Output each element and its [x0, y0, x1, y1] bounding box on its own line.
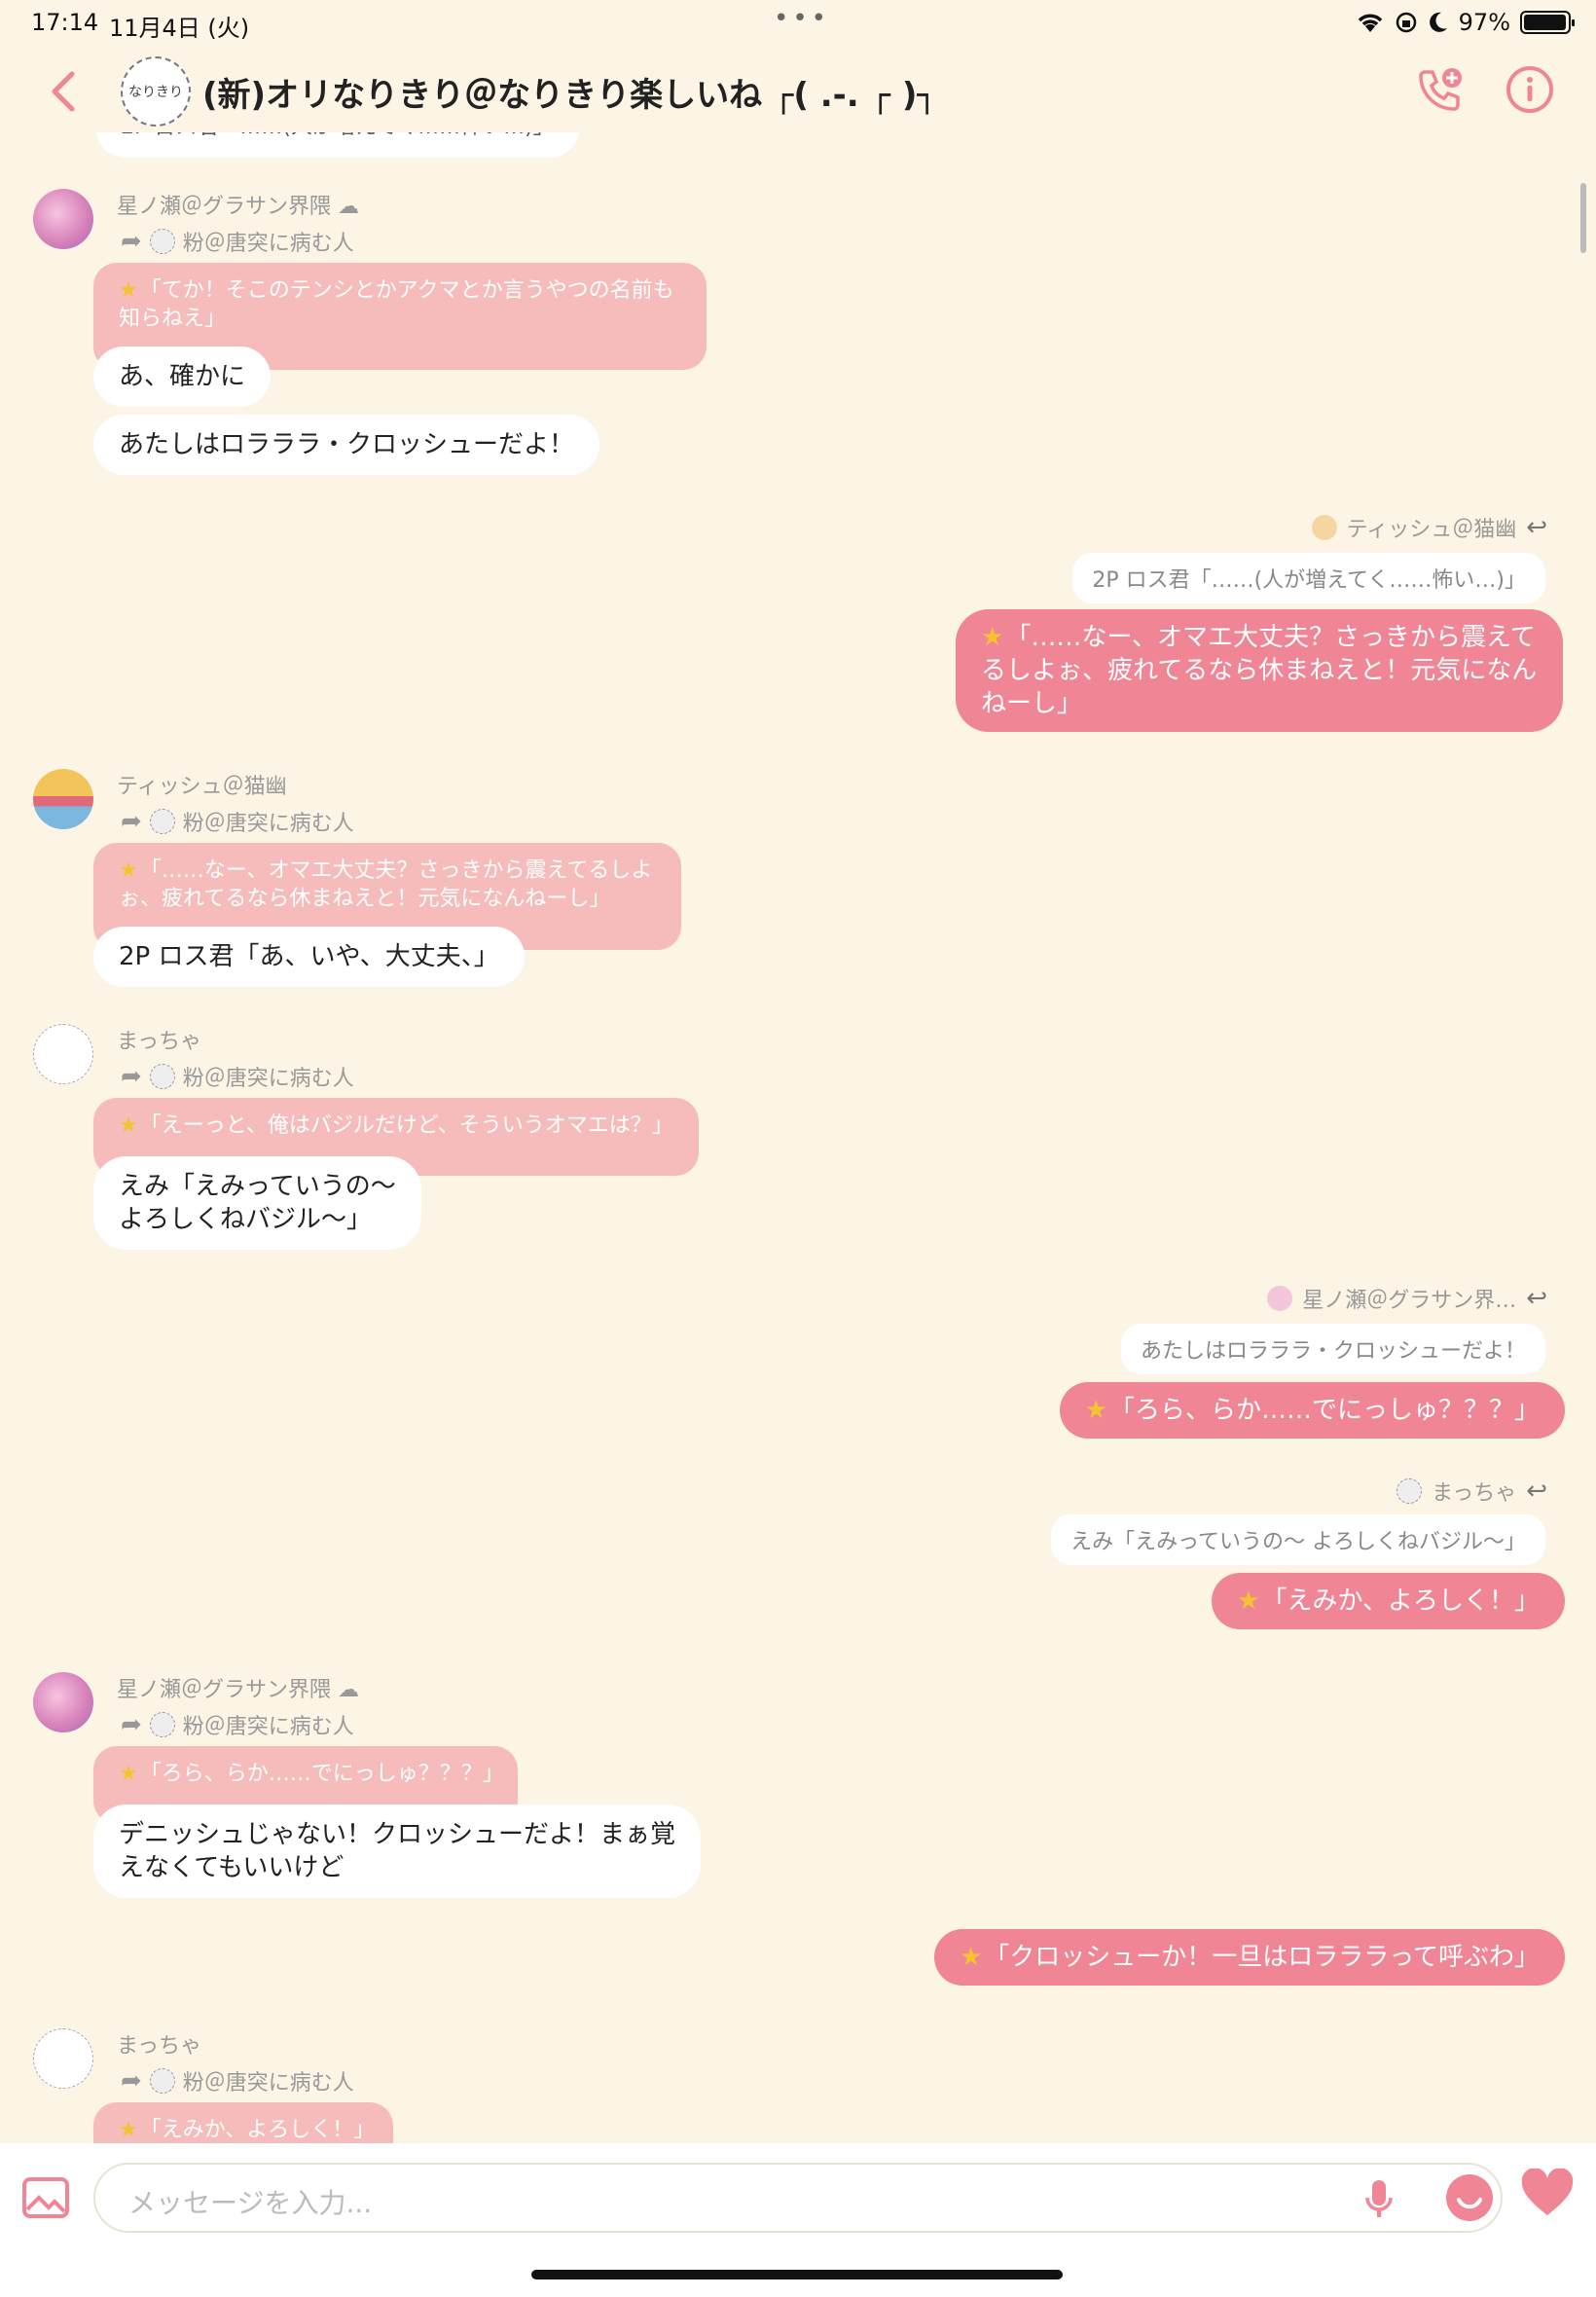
message-composer: メッセージを入力... — [0, 2143, 1596, 2297]
avatar[interactable] — [33, 1672, 93, 1732]
reply-to-line: 星ノ瀬＠グラサン界… ↩ — [1267, 1283, 1547, 1314]
reply-quote[interactable]: えみ「えみっていうの〜 よろしくねバジル〜」 — [1051, 1514, 1545, 1565]
message-bubble-cut: 2P 日ス君「……(人が増えてく……怖い…)」 — [95, 132, 580, 158]
sender-name: まっちゃ — [117, 1030, 202, 1054]
reply-to-line: まっちゃ ↩ — [1396, 1476, 1547, 1507]
star-icon: ★ — [119, 278, 138, 303]
avatar[interactable] — [33, 769, 93, 829]
avatar — [149, 229, 175, 254]
lock-rotation-icon — [1396, 12, 1416, 33]
status-bar: 17:14 11月4日 (火) ••• 97% — [0, 0, 1596, 47]
reply-to-line: ティッシュ＠猫幽 ↩ — [1311, 512, 1547, 543]
avatar — [1396, 1478, 1423, 1504]
forward-line: ➦ 粉＠唐突に病む人 — [121, 227, 354, 256]
sender-name: まっちゃ — [117, 2034, 202, 2059]
forward-line: ➦ 粉＠唐突に病む人 — [121, 807, 354, 836]
avatar — [149, 1712, 175, 1737]
message-bubble[interactable]: あたしはロラララ・クロッシューだよ！ — [93, 415, 600, 475]
star-icon: ★ — [119, 1762, 138, 1786]
my-message-bubble[interactable]: ★「クロッシューか！一旦はロラララって呼ぶわ」 — [933, 1929, 1565, 1986]
share-arrow-icon: ➦ — [121, 1062, 142, 1091]
avatar — [149, 1064, 175, 1089]
avatar — [149, 2068, 175, 2094]
add-call-icon[interactable] — [1413, 62, 1468, 117]
wifi-icon — [1358, 14, 1382, 32]
star-icon: ★ — [959, 1943, 983, 1972]
battery-percent: 97% — [1458, 9, 1510, 36]
battery-icon — [1520, 11, 1575, 34]
star-icon: ★ — [981, 623, 1004, 652]
emoji-icon[interactable] — [1442, 2170, 1497, 2225]
avatar — [149, 809, 175, 834]
message-bubble[interactable]: 2P ロス君「あ、いや、大丈夫、」 — [93, 927, 525, 987]
star-icon: ★ — [119, 858, 138, 883]
message-input[interactable]: メッセージを入力... — [93, 2163, 1503, 2233]
quoted-message[interactable]: ★「えみか、よろしく！」 — [93, 2102, 393, 2143]
star-icon: ★ — [1084, 1396, 1107, 1425]
reply-quote[interactable]: あたしはロラララ・クロッシューだよ！ — [1120, 1324, 1545, 1374]
chat-title[interactable]: (新)オリなりきり＠なりきり楽しいね ┌( .-. ┌ )┐ — [202, 68, 937, 116]
my-message-bubble[interactable]: ★「えみか、よろしく！」 — [1212, 1573, 1565, 1629]
mic-icon[interactable] — [1364, 2178, 1394, 2221]
status-time: 17:14 — [31, 9, 99, 36]
reply-arrow-icon: ↩ — [1526, 1284, 1547, 1313]
forward-line: ➦ 粉＠唐突に病む人 — [121, 2066, 354, 2096]
status-date: 11月4日 (火) — [109, 15, 250, 42]
sender-name: 星ノ瀬＠グラサン界隈 ☁ — [117, 1678, 360, 1702]
my-message-bubble[interactable]: ★「……なー、オマエ大丈夫？さっきから震えてるしよぉ、疲れてるなら休まねえと！元… — [956, 609, 1563, 732]
reply-arrow-icon: ↩ — [1526, 513, 1547, 542]
avatar[interactable] — [33, 1024, 93, 1084]
moon-icon — [1429, 12, 1447, 32]
avatar — [1267, 1286, 1293, 1311]
avatar[interactable] — [33, 189, 93, 249]
star-icon: ★ — [119, 1113, 138, 1138]
group-avatar[interactable]: なりきり — [121, 56, 191, 127]
home-indicator[interactable] — [531, 2270, 1063, 2279]
heart-icon[interactable] — [1520, 2169, 1575, 2219]
multitask-dots-icon[interactable]: ••• — [774, 4, 830, 33]
avatar[interactable] — [33, 2028, 93, 2089]
chat-header: なりきり (新)オリなりきり＠なりきり楽しいね ┌( .-. ┌ )┐ — [0, 51, 1596, 132]
message-feed[interactable]: 2P 日ス君「……(人が増えてく……怖い…)」 星ノ瀬＠グラサン界隈 ☁ ➦粉＠… — [0, 132, 1596, 2143]
status-right: 97% — [1356, 9, 1575, 36]
share-arrow-icon: ➦ — [121, 227, 142, 256]
image-icon[interactable] — [21, 2176, 70, 2219]
sender-name: 星ノ瀬＠グラサン界隈 ☁ — [117, 195, 360, 219]
message-bubble[interactable]: えみ「えみっていうの〜 よろしくねバジル〜」 — [93, 1156, 421, 1250]
info-icon[interactable] — [1503, 62, 1557, 117]
share-arrow-icon: ➦ — [121, 1710, 142, 1739]
back-chevron-icon[interactable] — [45, 66, 80, 117]
group-avatar-text: なりきり — [128, 85, 183, 100]
forward-line: ➦ 粉＠唐突に病む人 — [121, 1710, 354, 1739]
share-arrow-icon: ➦ — [121, 2066, 142, 2096]
message-input-placeholder: メッセージを入力... — [128, 2187, 373, 2219]
message-bubble[interactable]: デニッシュじゃない！クロッシューだよ！まぁ覚 えなくてもいいけど — [93, 1805, 702, 1898]
reply-quote[interactable]: 2P ロス君「……(人が増えてく……怖い…)」 — [1072, 553, 1545, 603]
star-icon: ★ — [1237, 1586, 1260, 1616]
reply-arrow-icon: ↩ — [1526, 1477, 1547, 1506]
forward-line: ➦ 粉＠唐突に病む人 — [121, 1062, 354, 1091]
star-icon: ★ — [119, 2118, 138, 2142]
share-arrow-icon: ➦ — [121, 807, 142, 836]
sender-name: ティッシュ＠猫幽 — [117, 775, 287, 799]
avatar — [1311, 515, 1337, 540]
message-bubble[interactable]: あ、確かに — [93, 346, 272, 407]
my-message-bubble[interactable]: ★「ろら、らか……でにっしゅ？？？」 — [1059, 1382, 1565, 1439]
